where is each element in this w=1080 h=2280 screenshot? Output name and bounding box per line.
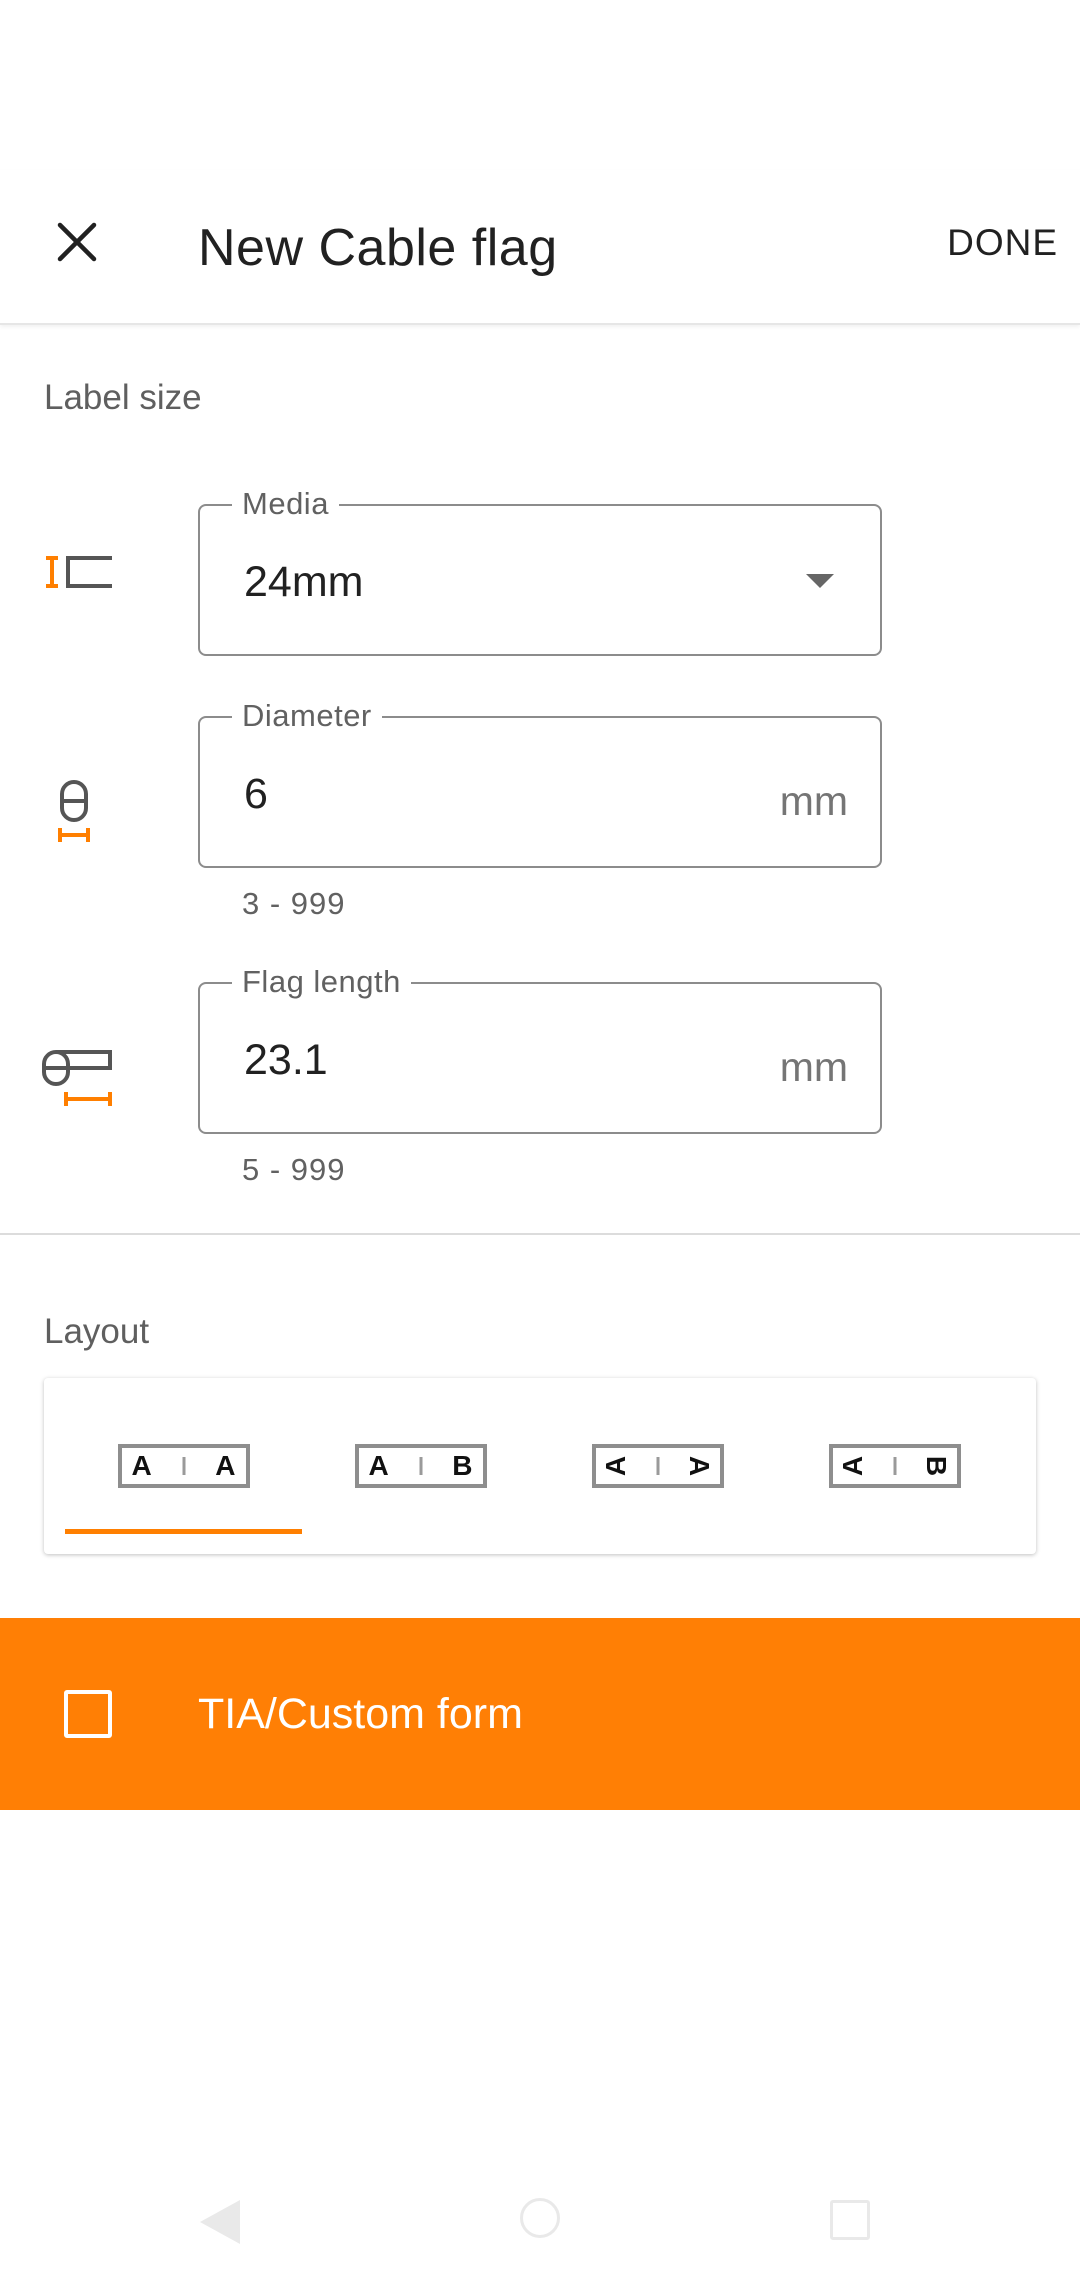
dropdown-arrow-icon (806, 574, 834, 588)
nav-recents-icon[interactable] (830, 2200, 870, 2240)
close-button[interactable] (40, 205, 114, 279)
nav-home-icon[interactable] (520, 2198, 560, 2238)
tia-checkbox[interactable] (64, 1690, 112, 1738)
diameter-field-label: Diameter (232, 698, 382, 734)
layout-option-ab[interactable]: A B (302, 1378, 539, 1554)
close-icon (57, 222, 97, 262)
media-field-label: Media (232, 486, 339, 522)
app-toolbar: New Cable flag DONE (0, 170, 1080, 325)
system-nav-bar (0, 2180, 1080, 2280)
layout-heading: Layout (44, 1312, 150, 1351)
label-size-heading: Label size (44, 378, 202, 417)
layout-char: A (368, 1450, 389, 1481)
layout-option-aa[interactable]: A A (65, 1378, 302, 1554)
flag-length-input[interactable]: Flag length 23.1 mm (198, 964, 882, 1134)
layout-char: B (452, 1450, 473, 1481)
flag-length-value: 23.1 (244, 1036, 328, 1084)
layout-char: A (836, 1455, 868, 1477)
flag-length-range-helper: 5 - 999 (242, 1152, 346, 1187)
layout-tabs: A A A B A A A B (44, 1378, 1036, 1554)
layout-ab-rotated-preview: A B (828, 1444, 961, 1488)
diameter-unit: mm (779, 778, 848, 824)
tia-custom-form-row[interactable]: TIA/Custom form (0, 1618, 1080, 1810)
layout-char: A (131, 1450, 152, 1481)
media-select[interactable]: Media 24mm (198, 486, 882, 656)
diameter-value: 6 (244, 770, 268, 818)
layout-char: B (921, 1455, 953, 1477)
flag-length-unit: mm (779, 1044, 848, 1090)
nav-back-icon[interactable] (200, 2200, 240, 2244)
diameter-range-helper: 3 - 999 (242, 886, 346, 921)
selected-indicator (65, 1529, 302, 1534)
done-button[interactable]: DONE (947, 222, 1058, 264)
diameter-input[interactable]: Diameter 6 mm (198, 698, 882, 868)
layout-ab-preview: A B (354, 1444, 487, 1488)
layout-char: A (684, 1455, 716, 1477)
layout-aa-preview: A A (117, 1444, 250, 1488)
flag-length-icon (40, 1036, 120, 1116)
media-width-icon (40, 532, 120, 612)
section-divider (0, 1233, 1080, 1235)
layout-char: A (599, 1455, 631, 1477)
flag-length-field-label: Flag length (232, 964, 411, 1000)
cable-diameter-icon (40, 770, 120, 850)
page-title: New Cable flag (198, 219, 558, 277)
layout-aa-rotated-preview: A A (591, 1444, 724, 1488)
layout-option-ab-rotated[interactable]: A B (776, 1378, 1013, 1554)
layout-char: A (215, 1450, 236, 1481)
layout-option-aa-rotated[interactable]: A A (539, 1378, 776, 1554)
tia-custom-form-label: TIA/Custom form (198, 1690, 523, 1738)
media-value: 24mm (244, 558, 364, 606)
